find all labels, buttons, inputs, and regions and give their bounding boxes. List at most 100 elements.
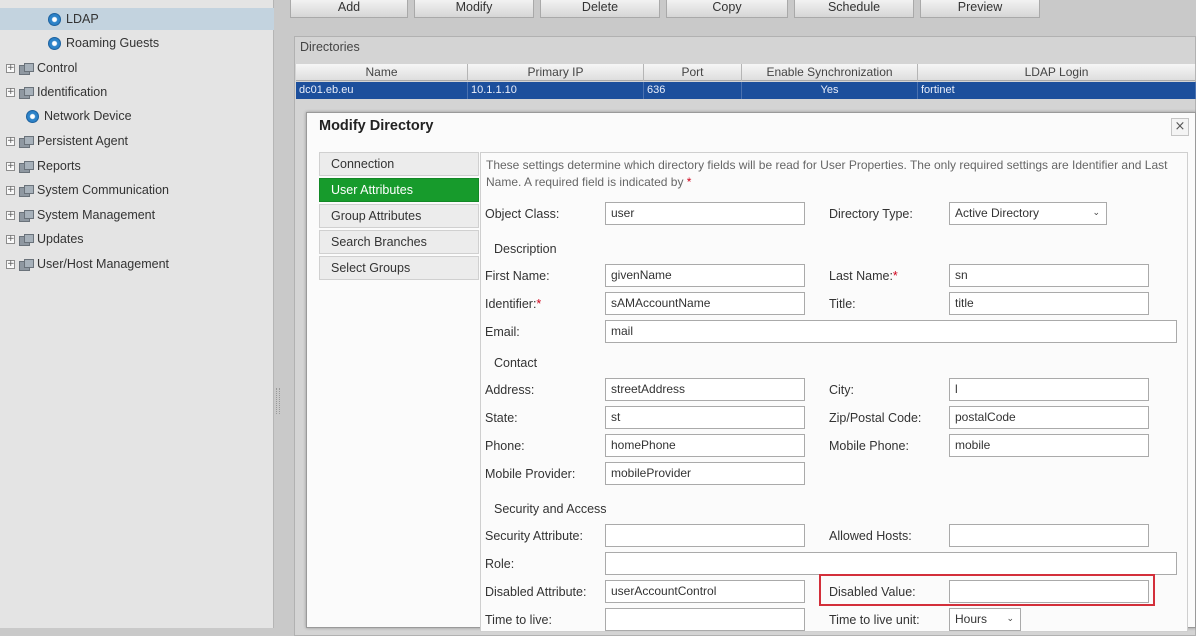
modify-directory-dialog: Modify Directory × Connection User Attri… (306, 112, 1196, 632)
address-label: Address: (485, 383, 535, 397)
tree-item-reports[interactable]: + Reports (6, 155, 81, 177)
column-header-name[interactable]: Name (296, 64, 468, 81)
table-row[interactable]: dc01.eb.eu 10.1.1.10 636 Yes fortinet (296, 82, 1196, 99)
tree-item-ldap[interactable]: LDAP (0, 8, 274, 30)
dialog-title: Modify Directory (319, 118, 434, 134)
tab-group-attributes[interactable]: Group Attributes (319, 204, 479, 228)
first-name-label: First Name: (485, 269, 550, 283)
folder-icon (19, 233, 34, 246)
tree-item-user-host-management[interactable]: + User/Host Management (6, 253, 169, 275)
gear-icon (48, 36, 61, 50)
cell-name: dc01.eb.eu (296, 82, 468, 99)
tree-item-label: Roaming Guests (66, 36, 160, 50)
column-header-port[interactable]: Port (644, 64, 742, 81)
tree-item-system-communication[interactable]: + System Communication (6, 179, 169, 201)
role-field[interactable] (605, 552, 1177, 575)
tab-user-attributes[interactable]: User Attributes (319, 178, 479, 202)
expand-icon[interactable]: + (6, 185, 15, 195)
modify-button[interactable]: Modify (414, 0, 534, 18)
tree-item-network-device[interactable]: Network Device (26, 105, 132, 127)
expand-icon[interactable]: + (6, 161, 15, 171)
zip-code-field[interactable]: postalCode (949, 406, 1149, 429)
time-to-live-unit-value: Hours (955, 612, 988, 626)
splitter-handle[interactable] (276, 388, 280, 414)
phone-label: Phone: (485, 439, 525, 453)
description-section-title: Description (494, 242, 557, 256)
column-header-primary-ip[interactable]: Primary IP (468, 64, 644, 81)
expand-icon[interactable]: + (6, 210, 15, 220)
security-attribute-label: Security Attribute: (485, 529, 583, 543)
tree-item-label: Updates (37, 232, 84, 246)
email-label: Email: (485, 325, 520, 339)
directory-type-label: Directory Type: (829, 207, 913, 221)
column-header-ldap-login[interactable]: LDAP Login (918, 64, 1196, 81)
city-label: City: (829, 383, 854, 397)
highlight-box (819, 574, 1155, 606)
last-name-field[interactable]: sn (949, 264, 1149, 287)
tree-item-label: Control (37, 61, 78, 75)
city-field[interactable]: l (949, 378, 1149, 401)
folder-icon (19, 258, 34, 271)
directories-table-header: Name Primary IP Port Enable Synchronizat… (296, 64, 1196, 81)
title-label: Title: (829, 297, 856, 311)
column-header-enable-sync[interactable]: Enable Synchronization (742, 64, 918, 81)
expand-icon[interactable]: + (6, 136, 15, 146)
expand-icon[interactable]: + (6, 234, 15, 244)
copy-button[interactable]: Copy (666, 0, 788, 18)
role-label: Role: (485, 557, 515, 571)
delete-button[interactable]: Delete (540, 0, 660, 18)
add-button[interactable]: Add (290, 0, 408, 18)
tab-search-branches[interactable]: Search Branches (319, 230, 479, 254)
required-marker: * (892, 269, 898, 283)
tree-item-control[interactable]: + Control (6, 57, 77, 79)
address-field[interactable]: streetAddress (605, 378, 805, 401)
directories-title: Directories (300, 40, 360, 54)
gear-icon (26, 109, 39, 123)
folder-icon (19, 62, 34, 75)
email-field[interactable]: mail (605, 320, 1177, 343)
directory-type-select[interactable]: Active Directory ⌄ (949, 202, 1107, 225)
disabled-attribute-label: Disabled Attribute: (485, 585, 587, 599)
last-name-label: Last Name:* (829, 269, 898, 283)
mobile-phone-field[interactable]: mobile (949, 434, 1149, 457)
tree-item-updates[interactable]: + Updates (6, 228, 84, 250)
tree-item-label: User/Host Management (37, 257, 170, 271)
folder-icon (19, 209, 34, 222)
tab-connection[interactable]: Connection (319, 152, 479, 176)
expand-icon[interactable]: + (6, 63, 15, 73)
intro-text: These settings determine which directory… (486, 158, 1168, 189)
chevron-down-icon: ⌄ (1006, 614, 1014, 624)
tree-item-label: System Management (37, 208, 156, 222)
folder-icon (19, 160, 34, 173)
tree-item-persistent-agent[interactable]: + Persistent Agent (6, 130, 128, 152)
security-attribute-field[interactable] (605, 524, 805, 547)
tree-item-system-management[interactable]: + System Management (6, 204, 155, 226)
state-field[interactable]: st (605, 406, 805, 429)
tree-item-label: LDAP (66, 12, 99, 26)
tab-select-groups[interactable]: Select Groups (319, 256, 479, 280)
required-marker: * (686, 175, 692, 189)
tree-item-identification[interactable]: + Identification (6, 81, 107, 103)
preview-button[interactable]: Preview (920, 0, 1040, 18)
disabled-attribute-field[interactable]: userAccountControl (605, 580, 805, 603)
directory-type-value: Active Directory (955, 206, 1040, 220)
tree-item-label: System Communication (37, 183, 169, 197)
expand-icon[interactable]: + (6, 87, 15, 97)
tree-item-label: Network Device (44, 109, 132, 123)
contact-section-title: Contact (494, 356, 538, 370)
tree-item-roaming-guests[interactable]: Roaming Guests (48, 32, 159, 54)
object-class-field[interactable]: user (605, 202, 805, 225)
time-to-live-label: Time to live: (485, 613, 552, 627)
first-name-field[interactable]: givenName (605, 264, 805, 287)
expand-icon[interactable]: + (6, 259, 15, 269)
folder-icon (19, 86, 34, 99)
identifier-field[interactable]: sAMAccountName (605, 292, 805, 315)
close-icon[interactable]: × (1171, 118, 1189, 136)
mobile-provider-label: Mobile Provider: (485, 467, 576, 481)
chevron-down-icon: ⌄ (1092, 208, 1100, 218)
phone-field[interactable]: homePhone (605, 434, 805, 457)
mobile-provider-field[interactable]: mobileProvider (605, 462, 805, 485)
title-field[interactable]: title (949, 292, 1149, 315)
schedule-button[interactable]: Schedule (794, 0, 914, 18)
allowed-hosts-field[interactable] (949, 524, 1149, 547)
